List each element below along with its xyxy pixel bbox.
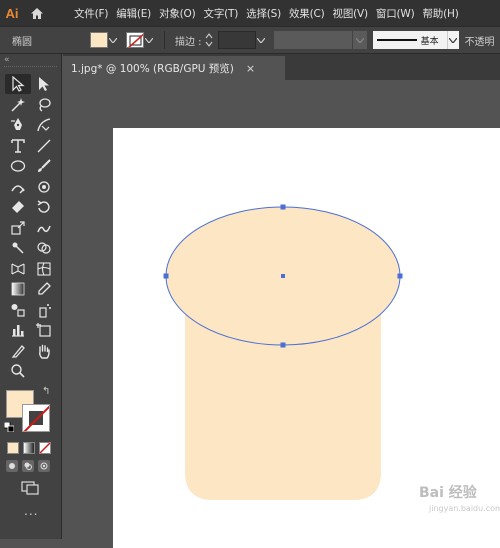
type-tool-icon[interactable] xyxy=(5,136,31,156)
stroke-color-box[interactable] xyxy=(22,403,50,432)
draw-normal-icon[interactable] xyxy=(6,459,18,472)
brush-profile-label: 基本 xyxy=(420,36,439,47)
center-point[interactable] xyxy=(281,274,285,278)
none-mode-icon[interactable] xyxy=(39,441,51,454)
magic-wand-tool-icon[interactable] xyxy=(5,95,31,115)
lasso-tool-icon[interactable] xyxy=(31,95,57,115)
document-tab[interactable]: 1.jpg* @ 100% (RGB/GPU 预览) × xyxy=(63,56,285,80)
symbol-sprayer-tool-icon[interactable] xyxy=(31,300,57,320)
eraser-tool-icon[interactable] xyxy=(5,197,31,217)
watermark-logo: Bai 经验 xyxy=(419,485,477,501)
menu-bar: Ai 文件(F) 编辑(E) 对象(O) 文字(T) 选择(S) 效果(C) 视… xyxy=(0,0,500,26)
collapse-icon[interactable]: « xyxy=(0,54,61,66)
chevron-down-icon[interactable] xyxy=(256,32,266,48)
gradient-mode-icon[interactable] xyxy=(23,441,35,454)
anchor-point-top[interactable] xyxy=(280,204,286,210)
default-colors-icon[interactable] xyxy=(4,421,14,432)
close-icon[interactable]: × xyxy=(246,62,255,75)
chevron-down-icon[interactable] xyxy=(144,32,154,48)
stroke-swatch[interactable] xyxy=(126,32,144,48)
draw-behind-icon[interactable] xyxy=(22,459,34,472)
draw-inside-icon[interactable] xyxy=(38,459,50,472)
more-tools-icon[interactable]: ... xyxy=(24,504,61,518)
screen-mode-icon[interactable] xyxy=(20,480,40,496)
fill-swatch[interactable] xyxy=(90,32,108,48)
direct-selection-tool-icon[interactable] xyxy=(31,74,57,94)
variable-width-profile[interactable] xyxy=(273,31,352,49)
blend-tool-icon[interactable] xyxy=(5,300,31,320)
selection-type-label: 椭圆 xyxy=(12,36,32,48)
control-bar: 椭圆 描边 : 基本 不透明 xyxy=(0,26,500,54)
menu-select[interactable]: 选择(S) xyxy=(242,6,285,21)
toolbox-grip[interactable] xyxy=(4,66,57,72)
scale-tool-icon[interactable] xyxy=(5,218,31,238)
puppet-warp-tool-icon[interactable] xyxy=(5,238,31,258)
divider xyxy=(164,31,165,49)
line-segment-tool-icon[interactable] xyxy=(31,136,57,156)
app-logo: Ai xyxy=(5,5,19,21)
shaper-tool-icon[interactable] xyxy=(5,177,31,197)
curvature-tool-icon[interactable] xyxy=(31,115,57,135)
document-tab-title: 1.jpg* @ 100% (RGB/GPU 预览) xyxy=(71,62,234,75)
menu-items: 文件(F) 编辑(E) 对象(O) 文字(T) 选择(S) 效果(C) 视图(V… xyxy=(70,6,463,21)
document-tab-bar: 1.jpg* @ 100% (RGB/GPU 预览) × xyxy=(63,54,500,80)
menu-file[interactable]: 文件(F) xyxy=(70,6,112,21)
zoom-tool-icon[interactable] xyxy=(5,361,31,381)
anchor-point-left[interactable] xyxy=(163,273,169,279)
rotate-tool-icon[interactable] xyxy=(31,197,57,217)
toolbox: « ↰ ... xyxy=(0,54,62,539)
paintbrush-tool-icon[interactable] xyxy=(31,156,57,176)
ellipse-tool-icon[interactable] xyxy=(5,156,31,176)
chevron-down-icon[interactable] xyxy=(108,32,118,48)
swap-fill-stroke-icon[interactable]: ↰ xyxy=(42,386,50,397)
tool-grid xyxy=(5,74,61,382)
chevron-down-icon[interactable] xyxy=(446,31,459,49)
brush-profile-select[interactable]: 基本 xyxy=(372,31,447,49)
anchor-point-bottom[interactable] xyxy=(280,342,286,348)
stroke-weight-input[interactable] xyxy=(217,31,256,49)
menu-window[interactable]: 窗口(W) xyxy=(372,6,419,21)
eyedropper-tool-icon[interactable] xyxy=(31,279,57,299)
selection-tool-icon[interactable] xyxy=(5,74,31,94)
menu-object[interactable]: 对象(O) xyxy=(155,6,199,21)
watermark-url: jingyan.baidu.com xyxy=(429,504,500,513)
warp-tool-icon[interactable] xyxy=(31,218,57,238)
menu-type[interactable]: 文字(T) xyxy=(200,6,243,21)
menu-help[interactable]: 帮助(H) xyxy=(419,6,463,21)
stroke-stepper-icon[interactable] xyxy=(204,31,214,49)
shape-builder-tool-icon[interactable] xyxy=(31,238,57,258)
hand-tool-icon[interactable] xyxy=(31,341,57,361)
chevron-down-icon[interactable] xyxy=(352,31,367,49)
menu-edit[interactable]: 编辑(E) xyxy=(112,6,155,21)
artboard-tool-icon[interactable] xyxy=(31,320,57,340)
slice-tool-icon[interactable] xyxy=(5,341,31,361)
stroke-weight-label: 描边 : xyxy=(175,36,202,48)
column-graph-tool-icon[interactable] xyxy=(5,320,31,340)
home-icon[interactable] xyxy=(24,0,50,26)
mesh-tool-icon[interactable] xyxy=(31,259,57,279)
perspective-grid-tool-icon[interactable] xyxy=(5,259,31,279)
gradient-tool-icon[interactable] xyxy=(5,279,31,299)
color-mode-row xyxy=(7,441,61,454)
brush-stroke-preview xyxy=(376,39,417,41)
pen-tool-icon[interactable] xyxy=(5,115,31,135)
opacity-label[interactable]: 不透明 xyxy=(465,33,495,48)
color-mode-icon[interactable] xyxy=(7,441,19,454)
draw-mode-row xyxy=(6,459,61,472)
anchor-point-right[interactable] xyxy=(397,273,403,279)
menu-effect[interactable]: 效果(C) xyxy=(285,6,329,21)
menu-view[interactable]: 视图(V) xyxy=(329,6,372,21)
fill-stroke-area: ↰ xyxy=(0,386,61,438)
canvas-area[interactable]: Bai 经验 jingyan.baidu.com xyxy=(63,80,500,548)
blob-brush-tool-icon[interactable] xyxy=(31,177,57,197)
